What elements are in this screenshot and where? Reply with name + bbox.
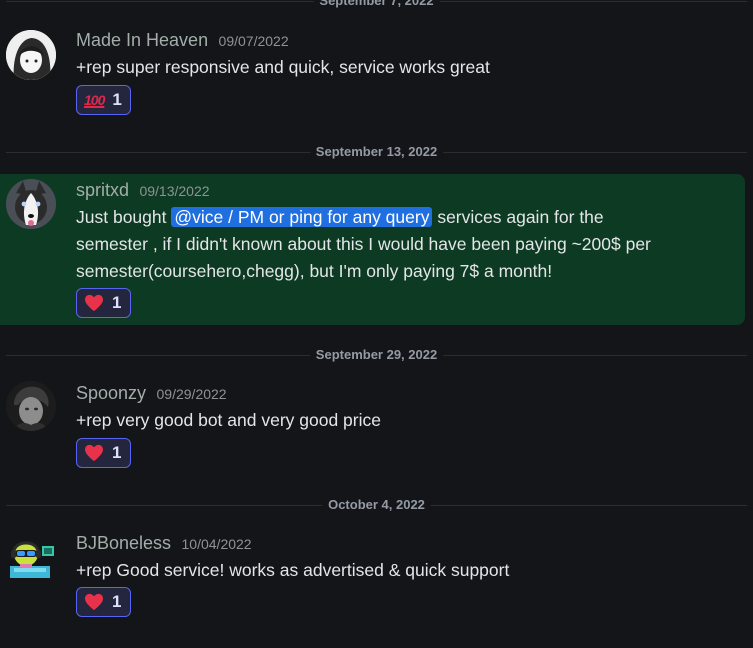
heart-icon [85, 444, 103, 462]
message-content: +rep Good service! works as advertised &… [76, 557, 665, 584]
heart-icon [85, 294, 103, 312]
avatar[interactable] [6, 179, 56, 229]
username[interactable]: Spoonzy [76, 383, 146, 403]
date-divider-label: September 29, 2022 [309, 346, 444, 364]
message-item: BJBoneless 10/04/2022 +rep Good service!… [0, 527, 745, 627]
date-divider: September 29, 2022 [6, 346, 747, 364]
avatar[interactable] [6, 381, 56, 431]
message-content: +rep very good bot and very good price [76, 407, 665, 434]
message-item-highlighted: spritxd 09/13/2022 Just bought @vice / P… [0, 174, 745, 325]
message-item: Spoonzy 09/29/2022 +rep very good bot an… [0, 376, 745, 476]
avatar[interactable] [6, 532, 56, 582]
reaction-button[interactable]: 100 1 [76, 85, 131, 115]
date-divider: September 7, 2022 [6, 0, 747, 10]
reaction-count: 1 [112, 90, 122, 109]
reaction-button[interactable]: 1 [76, 438, 131, 468]
mention-link[interactable]: @vice / PM or ping for any query [171, 207, 433, 227]
username[interactable]: spritxd [76, 180, 129, 200]
timestamp: 09/07/2022 [218, 33, 289, 49]
message-text: +rep super responsive and quick, service… [76, 57, 490, 77]
message-content: Just bought @vice / PM or ping for any q… [76, 204, 667, 285]
message-header: Spoonzy 09/29/2022 [76, 383, 227, 404]
date-divider: October 4, 2022 [6, 496, 747, 514]
reaction-count: 1 [112, 592, 122, 611]
message-text: +rep Good service! works as advertised &… [76, 560, 510, 580]
avatar[interactable] [6, 30, 56, 80]
reaction-button[interactable]: 1 [76, 587, 131, 617]
message-header: Made In Heaven 09/07/2022 [76, 30, 289, 51]
heart-icon [85, 593, 103, 611]
message-item: Made In Heaven 09/07/2022 +rep super res… [0, 22, 745, 122]
timestamp: 09/29/2022 [156, 386, 227, 402]
100-emoji-icon: 100 [84, 92, 105, 108]
username[interactable]: Made In Heaven [76, 30, 208, 50]
message-content: +rep super responsive and quick, service… [76, 54, 665, 81]
message-header: spritxd 09/13/2022 [76, 180, 210, 201]
timestamp: 10/04/2022 [181, 536, 252, 552]
reaction-count: 1 [112, 293, 122, 312]
message-header: BJBoneless 10/04/2022 [76, 533, 252, 554]
username[interactable]: BJBoneless [76, 533, 171, 553]
date-divider-label: September 7, 2022 [313, 0, 440, 10]
date-divider-label: October 4, 2022 [322, 496, 431, 514]
date-divider-label: September 13, 2022 [309, 143, 444, 161]
message-text: +rep very good bot and very good price [76, 410, 381, 430]
reaction-count: 1 [112, 443, 122, 462]
message-text: Just bought [76, 207, 172, 227]
reaction-button[interactable]: 1 [76, 288, 131, 318]
timestamp: 09/13/2022 [139, 183, 210, 199]
date-divider: September 13, 2022 [6, 143, 747, 161]
